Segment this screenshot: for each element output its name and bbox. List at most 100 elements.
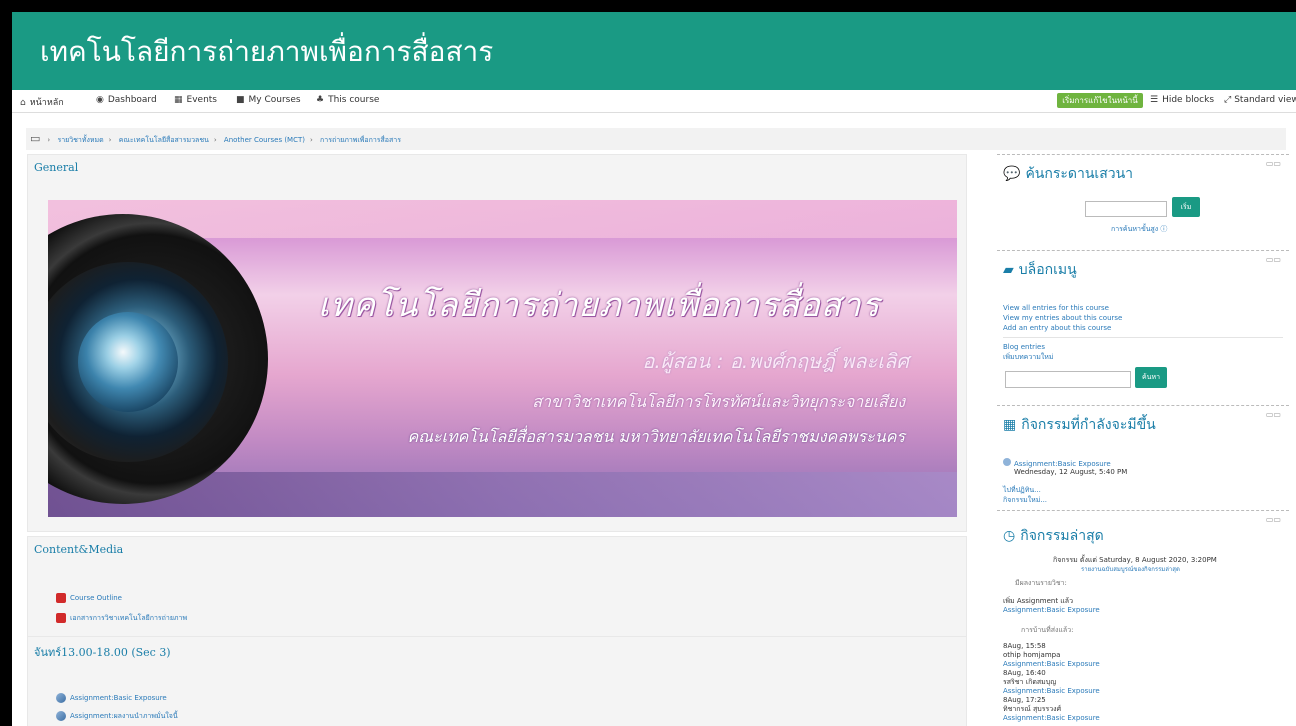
forum-search-input[interactable] [1085,201,1167,217]
pdf-icon [56,593,66,603]
nav-my-courses[interactable]: ■ My Courses [236,95,301,105]
calendar-icon: ▦ [174,95,183,105]
hide-blocks-label: Hide blocks [1162,95,1215,105]
banner-department: สาขาวิชาเทคโนโลยีการโทรทัศน์และวิทยุกระจ… [532,392,905,411]
block-controls-icon[interactable]: ▭▭ [1266,159,1281,168]
site-header: เทคโนโลยีการถ่ายภาพเพื่อการสื่อสาร [12,12,1296,90]
nav-events-label: Events [186,95,217,105]
block-title-text: บล็อกเมนู [1018,262,1077,278]
courses-icon: ■ [236,95,245,105]
submission-time: 8Aug, 16:40 [1003,669,1046,677]
block-title: 💬 ค้นกระดานเสวนา [1003,163,1133,185]
goto-calendar-link[interactable]: ไปที่ปฏิทิน... [1003,486,1041,495]
standard-view-label: Standard view [1234,95,1296,105]
advanced-search-link[interactable]: การค้นหาขั้นสูง ⓘ [1111,225,1167,234]
activity-document[interactable]: เอกสารการวิชาเทคโนโลยีการถ่ายภาพ [56,613,187,624]
block-title-text: กิจกรรมล่าสุด [1020,528,1104,544]
banner-title: เทคโนโลยีการถ่ายภาพเพื่อการสื่อสาร [318,285,881,324]
blog-search-button[interactable]: ค้นหา [1135,367,1167,388]
block-title: ▦ กิจกรรมที่กำลังจะมีขึ้น [1003,414,1156,436]
event-date: Wednesday, 12 August, 5:40 PM [1014,468,1128,476]
block-title: ▰ บล็อกเมนู [1003,259,1077,281]
activity-assignment[interactable]: Assignment:ผลงานนำภาพมั่นใจนี้ [56,711,178,722]
breadcrumb-item[interactable]: คณะเทคโนโลยีสื่อสารมวลชน [119,136,209,144]
pdf-icon [56,613,66,623]
nav-home-label: หน้าหลัก [29,98,64,108]
sitemap-icon: ♣ [316,95,325,105]
breadcrumb-item[interactable]: Another Courses (MCT) [224,136,305,144]
calendar-icon: ▦ [1003,417,1017,433]
submission-time: 8Aug, 15:58 [1003,642,1046,650]
activity-label: เอกสารการวิชาเทคโนโลยีการถ่ายภาพ [70,614,188,622]
section-general: General เทคโนโลยีการถ่ายภาพเพื่อการสื่อส… [27,154,967,532]
nav-this-course-label: This course [328,95,380,105]
recent-since: กิจกรรม ตั้งแต่ Saturday, 8 August 2020,… [1053,556,1217,564]
block-controls-icon[interactable]: ▭▭ [1266,410,1281,419]
activity-course-outline[interactable]: Course Outline [56,593,122,603]
forum-search-go-button[interactable]: เริ่ม [1172,197,1200,217]
assignment-icon [1003,458,1011,466]
site-title[interactable]: เทคโนโลยีการถ่ายภาพเพื่อการสื่อสาร [40,30,493,74]
banner-faculty: คณะเทคโนโลยีสื่อสารมวลชน มหาวิทยาลัยเทคโ… [407,427,905,446]
section-title[interactable]: จันทร์13.00-18.00 (Sec 3) [34,643,171,661]
clock-icon: ◷ [1003,528,1016,544]
blog-link[interactable]: Blog entries [1003,343,1045,352]
dashboard-icon: ◉ [96,95,104,105]
block-controls-icon[interactable]: ▭▭ [1266,255,1281,264]
added-link[interactable]: Assignment:Basic Exposure [1003,606,1100,615]
book-icon: ▰ [1003,262,1014,278]
full-report-link[interactable]: รายงานฉบับสมบูรณ์ของกิจกรรมล่าสุด [1081,565,1180,574]
turn-editing-on-button[interactable]: เริ่มการแก้ไขในหน้านี้ [1057,93,1143,108]
nav-dashboard[interactable]: ◉ Dashboard [96,95,157,105]
nav-home[interactable]: ⌂ หน้าหลัก [20,95,64,109]
blog-link[interactable]: View my entries about this course [1003,314,1122,323]
breadcrumb-item[interactable]: รายวิชาทั้งหมด [57,136,103,144]
expand-icon: ⤢ [1224,95,1232,105]
nav-events[interactable]: ▦ Events [174,95,217,105]
section-sec3: จันทร์13.00-18.00 (Sec 3) Assignment:Bas… [27,636,967,726]
block-title: ◷ กิจกรรมล่าสุด [1003,525,1104,547]
added-text: เพิ่ม Assignment แล้ว [1003,597,1074,605]
block-blog-menu: ▰ บล็อกเมนู ▭▭ View all entries for this … [997,250,1289,406]
hide-blocks-icon: ☰ [1150,95,1159,105]
blog-link[interactable]: Add an entry about this course [1003,324,1111,333]
block-title-text: ค้นกระดานเสวนา [1025,166,1134,182]
nav-dashboard-label: Dashboard [107,95,157,105]
submission-link[interactable]: Assignment:Basic Exposure [1003,660,1100,669]
blog-link[interactable]: View all entries for this course [1003,304,1109,313]
block-title-text: กิจกรรมที่กำลังจะมีขึ้น [1021,417,1156,433]
course-banner-image: เทคโนโลยีการถ่ายภาพเพื่อการสื่อสาร อ.ผู้… [48,200,957,517]
folder-icon: ▭ [30,132,41,145]
nav-my-courses-label: My Courses [248,95,301,105]
activity-label: Assignment:ผลงานนำภาพมั่นใจนี้ [70,712,178,720]
submission-time: 8Aug, 17:25 [1003,696,1046,704]
section-title[interactable]: General [34,161,78,174]
activity-label: Assignment:Basic Exposure [70,694,167,702]
section-content-media: Content&Media Course Outline เอกสารการวิ… [27,536,967,638]
block-controls-icon[interactable]: ▭▭ [1266,515,1281,524]
new-event-link[interactable]: กิจกรรมใหม่... [1003,496,1047,505]
standard-view-button[interactable]: ⤢ Standard view [1224,95,1296,105]
activity-label: Course Outline [70,594,122,602]
blog-link[interactable]: เพิ่มบทความใหม่ [1003,353,1053,362]
submission-user: othip homjampa [1003,651,1061,659]
assignment-icon [56,711,66,721]
breadcrumb: ▭ › รายวิชาทั้งหมด › คณะเทคโนโลยีสื่อสารมว… [26,128,1286,150]
breadcrumb-item[interactable]: การถ่ายภาพเพื่อการสื่อสาร [320,136,401,144]
event-name: Assignment:Basic Exposure [1014,460,1111,468]
course-updates-label: มีผลงานรายวิชา: [1015,579,1067,587]
block-forum-search: 💬 ค้นกระดานเสวนา ▭▭ เริ่ม การค้นหาขั้นสูง… [997,154,1289,249]
lens-reflection [78,312,178,412]
block-recent-activity: ◷ กิจกรรมล่าสุด ▭▭ กิจกรรม ตั้งแต่ Saturd… [997,510,1289,726]
submission-link[interactable]: Assignment:Basic Exposure [1003,714,1100,723]
nav-this-course[interactable]: ♣ This course [316,95,379,105]
submission-link[interactable]: Assignment:Basic Exposure [1003,687,1100,696]
hide-blocks-button[interactable]: ☰ Hide blocks [1150,95,1214,105]
section-title[interactable]: Content&Media [34,543,123,556]
block-upcoming-events: ▦ กิจกรรมที่กำลังจะมีขึ้น ▭▭ Assignment:B… [997,405,1289,508]
page: เทคโนโลยีการถ่ายภาพเพื่อการสื่อสาร ⌂ หน้า… [12,12,1296,726]
divider [1003,337,1283,338]
blog-search-input[interactable] [1005,371,1131,388]
submission-user: รสริชา เกิดสมบุญ [1003,678,1057,686]
activity-assignment[interactable]: Assignment:Basic Exposure [56,693,167,703]
